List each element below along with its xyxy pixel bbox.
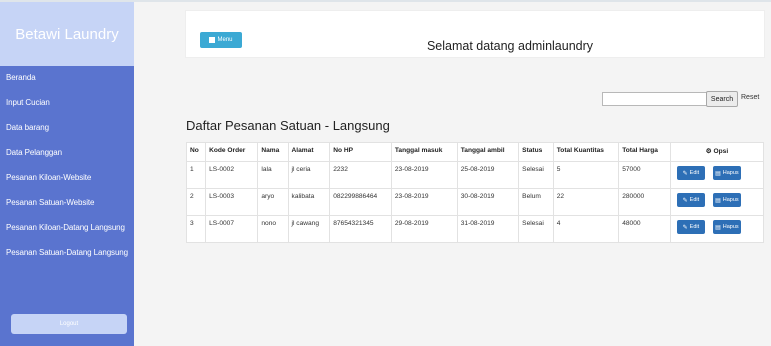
edit-button-label: Edit [689,170,700,176]
table-header-row: No Kode Order Nama Alamat No HP Tanggal … [185,142,765,162]
cell-status: Selesai [518,215,554,243]
column-header-no: No [185,142,207,162]
logout-button[interactable]: Logout [11,314,127,334]
cell-nama: lala [257,161,289,189]
cell-total-harga: 57000 [618,161,671,189]
document-icon: ▤ [715,170,721,177]
gear-icon: ⚙ [705,148,712,155]
cell-kode-order: LS-0003 [205,188,259,216]
welcome-text: Selamat datang adminlaundry [426,39,594,53]
column-header-tanggal-masuk: Tanggal masuk [390,142,458,162]
table-row: 2 LS-0003 aryo kalibata 082299886464 23-… [185,188,765,216]
cell-tanggal-ambil: 25-08-2019 [456,161,520,189]
cell-alamat: kalibata [287,188,331,216]
sidebar-item-input-cucian[interactable]: Input Cucian [0,98,134,108]
app-frame: Betawi Laundry Beranda Input Cucian Data… [0,2,771,346]
orders-table: No Kode Order Nama Alamat No HP Tanggal … [185,142,765,243]
sidebar-item-pesanan-satuan-datang-langsung[interactable]: Pesanan Satuan-Datang Langsung [0,248,134,258]
cell-opsi: ✎ Edit ▤ Hapus [669,188,765,216]
cell-opsi: ✎ Edit ▤ Hapus [669,215,765,243]
column-header-no-hp: No HP [329,142,392,162]
cell-nama: nono [257,215,289,243]
cell-kode-order: LS-0007 [205,215,259,243]
cell-no: 1 [185,161,207,189]
brand-logo: Betawi Laundry [0,2,134,66]
column-header-alamat: Alamat [287,142,331,162]
cell-tanggal-masuk: 23-08-2019 [390,188,458,216]
cell-total-kuantitas: 5 [552,161,620,189]
column-header-kode-order: Kode Order [205,142,259,162]
delete-button-label: Hapus [722,170,739,176]
document-icon: ▤ [715,224,721,231]
cell-no-hp: 87654321345 [329,215,392,243]
cell-kode-order: LS-0002 [205,161,259,189]
cell-no-hp: 2232 [329,161,392,189]
document-icon: ▤ [715,197,721,204]
cell-alamat: jl ceria [287,161,331,189]
search-button[interactable]: Search [706,91,738,107]
column-header-status: Status [518,142,554,162]
cell-total-harga: 48000 [618,215,671,243]
sidebar-item-beranda[interactable]: Beranda [0,73,134,83]
delete-button[interactable]: ▤ Hapus [712,166,741,180]
cell-tanggal-ambil: 31-08-2019 [456,215,520,243]
delete-button-label: Hapus [722,197,739,203]
pencil-icon: ✎ [682,197,688,204]
cell-tanggal-masuk: 29-08-2019 [390,215,458,243]
delete-button[interactable]: ▤ Hapus [712,193,741,207]
edit-button-label: Edit [689,224,700,230]
pencil-icon: ✎ [682,224,688,231]
cell-tanggal-ambil: 30-08-2019 [456,188,520,216]
cell-total-kuantitas: 4 [552,215,620,243]
column-header-tanggal-ambil: Tanggal ambil [456,142,520,162]
cell-total-harga: 280000 [618,188,671,216]
edit-button[interactable]: ✎ Edit [676,220,705,234]
edit-button[interactable]: ✎ Edit [676,166,705,180]
delete-button-label: Hapus [722,224,739,230]
column-header-nama: Nama [257,142,289,162]
delete-button[interactable]: ▤ Hapus [712,220,741,234]
sidebar-item-pesanan-kiloan-website[interactable]: Pesanan Kiloan-Website [0,173,134,183]
table-row: 3 LS-0007 nono jl cawang 87654321345 29-… [185,215,765,243]
cell-status: Belum [518,188,554,216]
sidebar-item-pesanan-kiloan-datang-langsung[interactable]: Pesanan Kiloan-Datang Langsung [0,223,134,233]
cell-status: Selesai [518,161,554,189]
pencil-icon: ✎ [682,170,688,177]
sidebar-item-data-pelanggan[interactable]: Data Pelanggan [0,148,134,158]
cell-alamat: jl cawang [287,215,331,243]
sidebar: Betawi Laundry Beranda Input Cucian Data… [0,2,134,346]
cell-no: 3 [185,215,207,243]
sidebar-item-pesanan-satuan-website[interactable]: Pesanan Satuan-Website [0,198,134,208]
table-row: 1 LS-0002 lala jl ceria 2232 23-08-2019 … [185,161,765,189]
edit-button[interactable]: ✎ Edit [676,193,705,207]
cell-opsi: ✎ Edit ▤ Hapus [669,161,765,189]
column-header-opsi-label: Opsi [713,148,729,155]
cell-total-kuantitas: 22 [552,188,620,216]
cell-no-hp: 082299886464 [329,188,392,216]
edit-button-label: Edit [689,197,700,203]
sidebar-item-data-barang[interactable]: Data barang [0,123,134,133]
cell-tanggal-masuk: 23-08-2019 [390,161,458,189]
cell-nama: aryo [257,188,289,216]
sidebar-nav: Beranda Input Cucian Data barang Data Pe… [0,66,134,258]
column-header-total-kuantitas: Total Kuantitas [552,142,620,162]
top-bar: Menu Selamat datang adminlaundry [186,11,764,57]
cell-no: 2 [185,188,207,216]
page-title: Daftar Pesanan Satuan - Langsung [186,118,390,133]
reset-link[interactable]: Reset [741,94,759,101]
column-header-opsi: ⚙ Opsi [669,142,765,162]
column-header-total-harga: Total Harga [618,142,671,162]
search-input[interactable] [602,92,708,106]
